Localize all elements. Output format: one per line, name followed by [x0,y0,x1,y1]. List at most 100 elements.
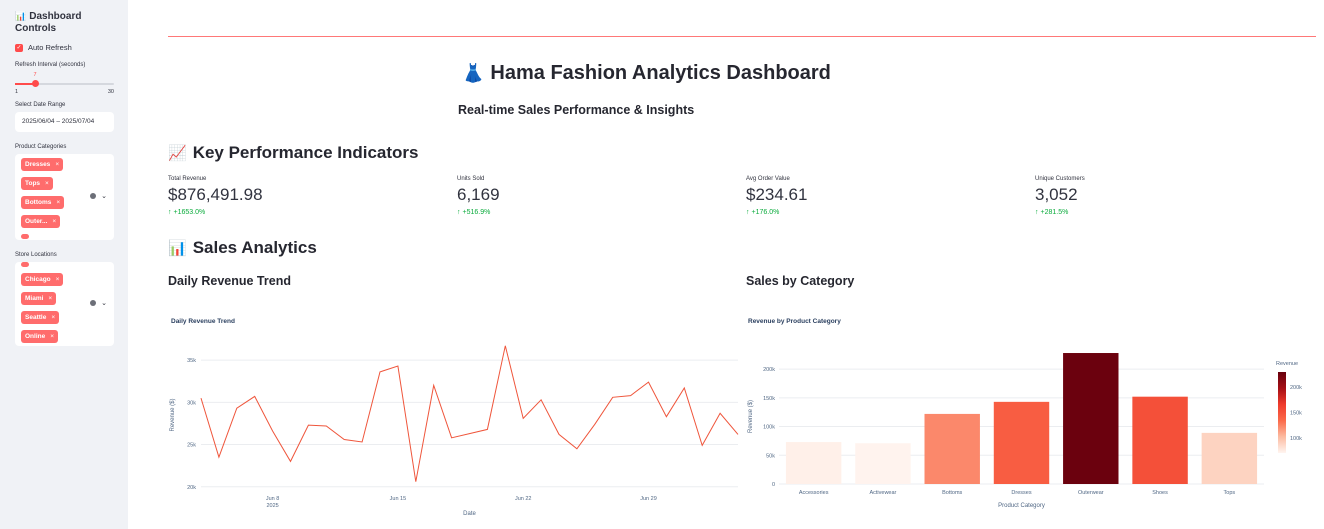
bar [785,442,842,484]
auto-refresh-checkbox[interactable]: ✓ Auto Refresh [15,43,114,52]
date-range-input[interactable]: 2025/06/04 – 2025/07/04 [15,112,114,132]
category-tag-label: Dresses [25,161,51,168]
location-tag[interactable]: Miami × [21,292,57,305]
category-tag[interactable]: Outer... × [21,215,61,228]
y-tick-label: 50k [766,453,775,459]
location-tag-label: Seattle [25,314,47,321]
location-tag[interactable]: Seattle × [21,311,60,324]
kpi-section-title: 📈 Key Performance Indicators [168,143,419,162]
y-tick-label: 0 [772,482,775,488]
auto-refresh-label: Auto Refresh [28,43,72,52]
close-icon[interactable]: × [48,295,52,302]
kpi-delta: ↑ +516.9% [457,209,491,216]
colorbar-tick-label: 150k [1290,411,1302,417]
kpi-value: $234.61 [746,185,808,204]
trend-chart-icon: 📈 [168,145,187,162]
bar [1201,432,1258,484]
location-tags: Chicago × Miami × Seattle × Online × [21,273,108,343]
kpi-label: Unique Customers [1035,176,1085,182]
categories-label: Product Categories [15,144,67,150]
kpi-delta: ↑ +1653.0% [168,209,206,216]
location-tag-label: Chicago [25,276,51,283]
x-tick-label: 2025 [266,503,278,509]
multiselect-controls: ⌄ [90,192,107,200]
kpi-avg-order-value: Avg Order Value $234.61 ↑ +176.0% [746,176,946,216]
close-icon[interactable]: × [45,180,49,187]
arrow-up-icon: ↑ [168,209,172,216]
kpi-value: 6,169 [457,185,500,204]
bar [993,401,1050,484]
x-tick-label: Tops [1224,490,1236,496]
slider-min: 1 [15,89,19,95]
bar [1132,396,1188,484]
close-icon[interactable]: × [52,218,56,225]
x-tick-label: Jun 22 [515,496,532,502]
multiselect-controls: ⌄ [90,299,107,307]
x-tick-label: Jun 15 [390,496,407,502]
close-icon[interactable]: × [56,276,60,283]
categories-multiselect[interactable]: Dresses × Tops × Bottoms × Outer... × ⌄ [15,154,114,240]
location-tag[interactable]: Online × [21,330,59,343]
dress-icon: 👗 [462,63,485,83]
chevron-down-icon[interactable]: ⌄ [101,300,107,307]
bar [855,443,911,484]
sidebar-title: 📊 Dashboard Controls [15,11,82,34]
y-tick-label: 30k [187,400,196,406]
locations-multiselect[interactable]: Chicago × Miami × Seattle × Online × ⌄ [15,262,114,346]
arrow-up-icon: ↑ [746,209,750,216]
page-title: 👗 Hama Fashion Analytics Dashboard [462,62,831,84]
y-axis-title: Revenue ($) [748,400,754,433]
bar [924,413,980,484]
revenue-by-category-bar-chart[interactable]: 0 50k 100k 150k 200k Accessories Activewear Bot… [746,329,1314,529]
close-icon[interactable]: × [55,161,59,168]
close-icon[interactable]: × [51,314,55,321]
kpi-total-revenue: Total Revenue $876,491.98 ↑ +1653.0% [168,176,368,216]
x-tick-label: Accessories [799,490,829,496]
colorbar-title: Revenue [1276,361,1298,367]
x-tick-label: Activewear [869,490,896,496]
refresh-interval-slider[interactable]: 7 1 30 [15,72,114,95]
revenue-line [200,345,739,482]
close-icon[interactable]: × [56,199,60,206]
daily-revenue-line-chart[interactable]: 20k 25k 30k 35k Jun 82025 Jun 15 Jun 22 Jun 29 D… [168,329,742,529]
x-axis-title: Product Category [998,503,1045,509]
location-tag[interactable]: Chicago × [21,273,64,286]
slider-max: 30 [107,89,114,95]
sales-section-title: 📊 Sales Analytics [168,238,317,257]
location-tag-label: Online [25,333,46,340]
locations-label: Store Locations [15,252,57,258]
clear-icon[interactable] [90,193,97,200]
colorbar-tick-label: 100k [1290,436,1302,442]
y-tick-label: 150k [763,396,775,402]
x-tick-label: Shoes [1152,490,1168,496]
date-range-label: Select Date Range [15,102,66,108]
category-tag[interactable]: Dresses × [21,158,64,171]
kpi-unique-customers: Unique Customers 3,052 ↑ +281.5% [1035,176,1235,216]
kpi-label: Units Sold [457,176,485,182]
category-tag[interactable]: Bottoms × [21,196,65,209]
category-tag-label: Outer... [25,218,48,225]
kpi-delta: ↑ +281.5% [1035,209,1069,216]
clear-icon[interactable] [90,300,97,307]
category-tag-partial [21,234,29,239]
kpi-value: 3,052 [1035,185,1078,204]
x-tick-label: Bottoms [942,490,962,496]
kpi-label: Avg Order Value [746,176,790,182]
page-subtitle: Real-time Sales Performance & Insights [458,103,695,117]
close-icon[interactable]: × [50,333,54,340]
kpi-label: Total Revenue [168,176,207,182]
x-tick-label: Jun 29 [640,496,657,502]
bar-chart-title: Revenue by Product Category [748,318,841,325]
y-tick-label: 100k [763,425,775,431]
bar-chart-icon: 📊 [168,240,187,257]
colorbar [1278,372,1286,453]
category-tag[interactable]: Tops × [21,177,53,190]
slider-thumb[interactable] [32,80,40,87]
chevron-down-icon[interactable]: ⌄ [101,193,107,200]
top-divider [168,36,1316,37]
y-axis-title: Revenue ($) [170,398,176,431]
category-tag-label: Tops [25,180,41,187]
checkmark-icon[interactable]: ✓ [15,43,23,52]
line-chart-title: Daily Revenue Trend [171,318,235,325]
x-tick-label: Jun 8 [266,496,279,502]
